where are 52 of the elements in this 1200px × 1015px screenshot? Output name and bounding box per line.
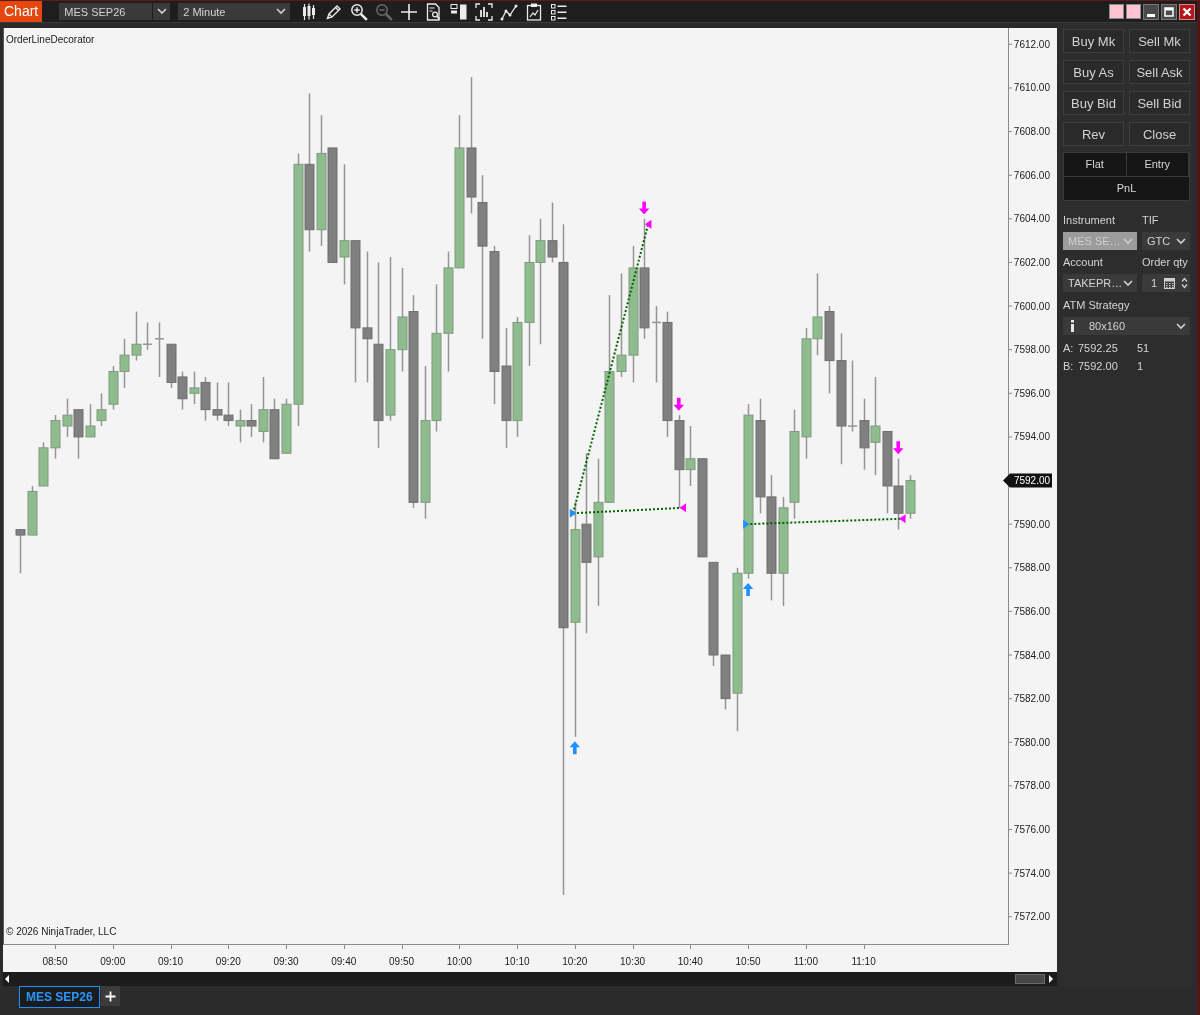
quote-size: 1 (1137, 359, 1145, 373)
price-axis-label: 7584.00 (1013, 649, 1050, 661)
field-label: ATM Strategy (1063, 298, 1131, 312)
time-axis-label: 09:20 (215, 956, 241, 967)
price-axis-label: 7596.00 (1013, 387, 1050, 399)
price-axis-label: 7600.00 (1013, 300, 1050, 312)
field-label: TIF (1142, 213, 1160, 227)
price-axis-label: 7610.00 (1013, 82, 1050, 94)
price-axis-label: 7590.00 (1013, 518, 1050, 530)
time-axis-label: 11:10 (851, 956, 876, 967)
price-axis-label: 7602.00 (1013, 256, 1050, 268)
indicator-label: OrderLineDecorator (6, 34, 95, 45)
time-axis-label: 08:50 (42, 956, 68, 967)
time-axis-label: 10:30 (620, 956, 646, 967)
price-axis-label: 7578.00 (1013, 780, 1050, 792)
price-axis-label: 7576.00 (1013, 824, 1050, 835)
price-axis-label: 7598.00 (1013, 344, 1050, 356)
field-label: Account (1063, 255, 1104, 269)
price-axis-label: 7574.00 (1013, 867, 1050, 879)
price-axis-label: 7580.00 (1013, 736, 1050, 748)
time-axis-label: 11:00 (793, 956, 818, 967)
time-axis-label: 09:10 (158, 956, 183, 967)
price-axis-label: 7588.00 (1013, 562, 1050, 574)
price-axis-label: 7594.00 (1013, 431, 1050, 443)
position-cell: Entry (1126, 153, 1189, 177)
time-axis-label: 10:10 (504, 956, 530, 967)
copyright-text: © 2026 NinjaTrader, LLC (6, 926, 117, 937)
field-label: Instrument (1063, 213, 1116, 227)
time-axis-label: 10:50 (735, 956, 761, 967)
price-axis-label: 7606.00 (1013, 169, 1050, 181)
quote-label: A: (1063, 341, 1075, 355)
price-axis-label: 7604.00 (1013, 213, 1050, 225)
time-axis-label: 09:50 (389, 956, 415, 967)
time-axis-label: 09:40 (331, 956, 357, 967)
time-axis-label: 09:00 (100, 956, 126, 967)
window-title: Chart (0, 1, 43, 22)
quote-label: B: (1063, 359, 1075, 373)
quote-price: 7592.00 (1078, 359, 1119, 373)
price-axis-label: 7582.00 (1013, 693, 1050, 705)
position-cell-text: PnL (1115, 181, 1138, 196)
price-axis-label: 7572.00 (1013, 911, 1050, 923)
price-axis-label: 7608.00 (1013, 126, 1050, 138)
price-axis-label: 7586.00 (1013, 605, 1050, 617)
time-axis-label: 09:30 (273, 956, 299, 967)
quote-price: 7592.25 (1078, 341, 1119, 355)
quote-size: 51 (1137, 341, 1151, 355)
time-axis-label: 10:00 (446, 956, 472, 967)
price-axis-label: 7612.00 (1013, 38, 1050, 50)
field-label: Order qty (1142, 255, 1189, 269)
time-axis-label: 10:20 (562, 956, 588, 967)
time-axis-label: 10:40 (677, 956, 703, 967)
position-cell: Flat (1064, 153, 1127, 177)
